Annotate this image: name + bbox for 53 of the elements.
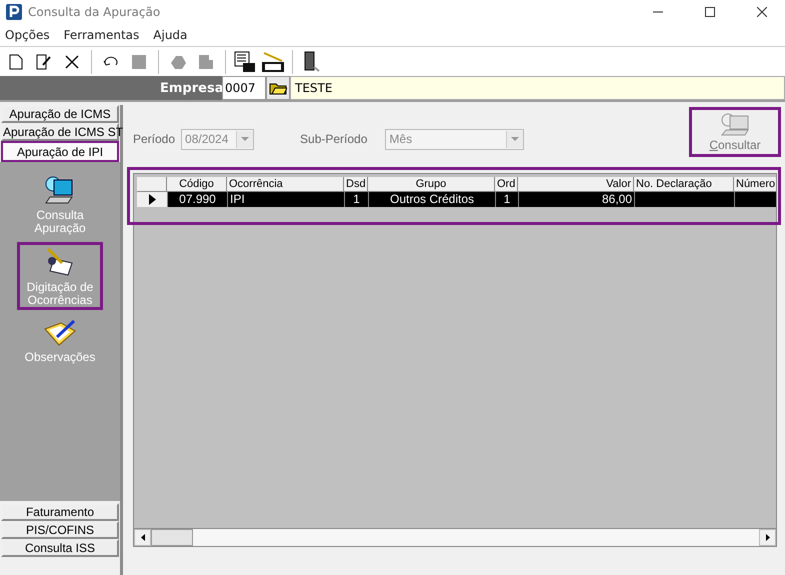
column-header[interactable]: No. Declaração	[634, 177, 734, 192]
scrollbar-thumb[interactable]	[151, 529, 193, 546]
column-header[interactable]: Ocorrência	[227, 177, 344, 192]
notebook-pen-icon	[43, 319, 77, 347]
company-code-field[interactable]: 0007	[222, 76, 266, 100]
right-arrow-icon	[766, 534, 770, 541]
left-arrow-icon	[140, 534, 144, 541]
column-header[interactable]: Dsd	[344, 177, 368, 192]
scroll-left-button[interactable]	[134, 529, 151, 546]
stop-icon	[132, 54, 146, 68]
sidebar-tab[interactable]: Apuração de ICMS	[1, 105, 119, 123]
menu-item[interactable]: Ferramentas	[64, 28, 140, 42]
table-cell: IPI	[228, 192, 345, 207]
laptop-magnifier-icon	[44, 175, 76, 205]
disabled-shape-icon	[169, 54, 187, 70]
dropdown-arrow-icon	[241, 137, 250, 141]
table-cell: 07.990	[168, 192, 228, 207]
window-title: Consulta da Apuração	[28, 5, 162, 19]
new-document-icon	[9, 54, 23, 70]
column-header[interactable]: Número	[734, 177, 776, 192]
column-header[interactable]: Código	[167, 177, 227, 192]
period-label: Período	[133, 132, 176, 146]
sidebar-tab[interactable]: PIS/COFINS	[1, 521, 119, 539]
column-header[interactable]: Ord	[495, 177, 518, 192]
sidebar-tab[interactable]: Consulta ISS	[1, 539, 119, 557]
table-cell: 1	[345, 192, 369, 207]
delete-icon	[65, 54, 79, 68]
toolbar-button[interactable]	[232, 50, 258, 74]
column-header[interactable]: Valor	[518, 177, 634, 192]
sidebar-tab[interactable]: Apuração de IPI	[1, 141, 119, 162]
table-cell: 1	[496, 192, 519, 207]
dirf-icon	[261, 50, 285, 72]
menu-item[interactable]: Ajuda	[153, 28, 188, 42]
table-cell: 86,00	[519, 192, 635, 207]
menu-item[interactable]: Opções	[5, 28, 50, 42]
app-logo-icon	[6, 4, 22, 20]
sidebar-tab[interactable]: Faturamento	[1, 503, 119, 521]
folder-icon	[269, 81, 287, 95]
company-name-field[interactable]: TESTE	[290, 76, 785, 100]
close-icon[interactable]	[757, 7, 767, 17]
report-icon	[234, 50, 256, 72]
open-folder-button[interactable]	[266, 76, 290, 100]
column-header[interactable]: Grupo	[368, 177, 495, 192]
undo-icon	[103, 56, 119, 68]
empresa-label: Empresa	[160, 80, 222, 98]
exit-door-icon	[303, 50, 321, 72]
scroll-right-button[interactable]	[759, 529, 776, 546]
edit-document-icon	[36, 54, 52, 70]
toolbar-button[interactable]	[260, 50, 286, 74]
maximize-icon[interactable]	[705, 7, 715, 17]
dropdown-arrow-icon	[511, 137, 520, 141]
table-cell: Outros Créditos	[369, 192, 496, 207]
subperiod-label: Sub-Período	[300, 132, 368, 146]
